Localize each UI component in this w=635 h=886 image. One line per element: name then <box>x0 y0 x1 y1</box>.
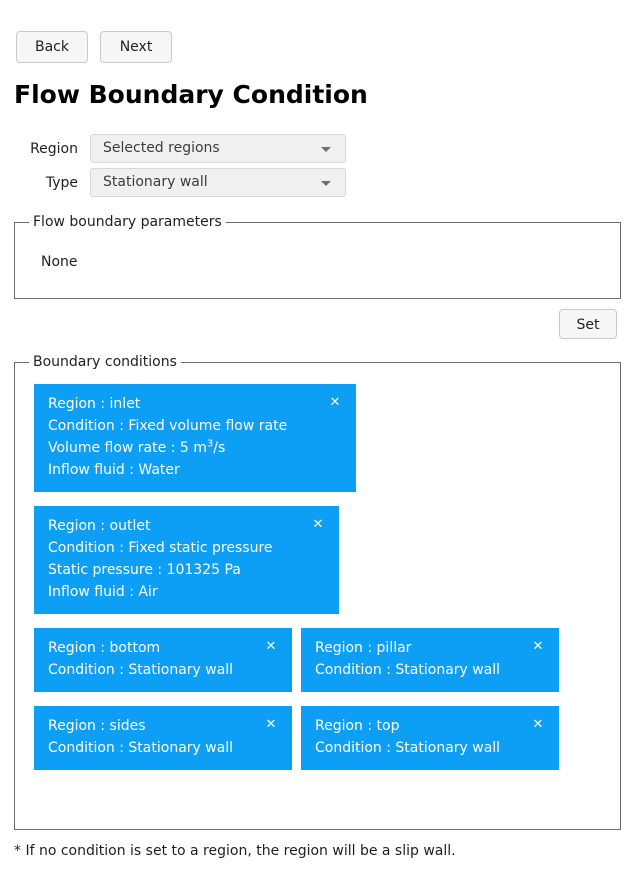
boundary-condition-card-top[interactable]: Region : top Condition : Stationary wall… <box>301 706 559 770</box>
card-region: Region : bottom <box>48 640 161 656</box>
card-detail: Static pressure : 101325 Pa <box>48 562 241 578</box>
close-icon[interactable]: ✕ <box>531 715 545 735</box>
boundary-condition-card-outlet[interactable]: Region : outlet Condition : Fixed static… <box>34 506 339 614</box>
boundary-condition-card-sides[interactable]: Region : sides Condition : Stationary wa… <box>34 706 292 770</box>
card-region: Region : top <box>315 718 400 734</box>
next-button[interactable]: Next <box>100 31 172 63</box>
card-condition: Condition : Stationary wall <box>48 662 234 678</box>
card-detail: Volume flow rate : 5 m3/s <box>48 437 342 459</box>
region-select-value: Selected regions <box>103 140 220 156</box>
set-button[interactable]: Set <box>559 309 617 339</box>
card-detail-prefix: Volume flow rate : 5 m <box>48 440 207 456</box>
type-label: Type <box>45 174 78 191</box>
flow-boundary-parameters-group: Flow boundary parameters None <box>14 214 621 299</box>
card-condition: Condition : Stationary wall <box>48 740 234 756</box>
close-icon[interactable]: ✕ <box>311 515 325 535</box>
close-icon[interactable]: ✕ <box>531 637 545 657</box>
card-detail-suffix: /s <box>213 440 226 456</box>
flow-boundary-parameters-content: None <box>41 254 78 270</box>
chevron-down-icon <box>321 181 331 186</box>
region-row: Region Selected regions <box>14 134 364 163</box>
type-select[interactable]: Stationary wall <box>90 168 346 197</box>
boundary-form: Region Selected regions Type Stationary … <box>14 134 364 202</box>
card-region: Region : pillar <box>315 640 412 656</box>
card-region: Region : outlet <box>48 518 151 534</box>
card-region: Region : sides <box>48 718 146 734</box>
card-condition: Condition : Stationary wall <box>315 662 501 678</box>
region-select[interactable]: Selected regions <box>90 134 346 163</box>
page-title: Flow Boundary Condition <box>14 80 368 109</box>
type-select-value: Stationary wall <box>103 174 208 190</box>
card-condition: Condition : Fixed static pressure <box>48 540 273 556</box>
chevron-down-icon <box>321 147 331 152</box>
type-row: Type Stationary wall <box>14 168 364 197</box>
boundary-conditions-group: Boundary conditions Region : inlet Condi… <box>14 354 621 830</box>
boundary-condition-card-list: Region : inlet Condition : Fixed volume … <box>34 384 579 784</box>
card-fluid: Inflow fluid : Water <box>48 462 180 478</box>
boundary-condition-card-pillar[interactable]: Region : pillar Condition : Stationary w… <box>301 628 559 692</box>
boundary-condition-card-bottom[interactable]: Region : bottom Condition : Stationary w… <box>34 628 292 692</box>
slip-wall-note: * If no condition is set to a region, th… <box>14 843 456 859</box>
boundary-condition-card-row: Region : sides Condition : Stationary wa… <box>34 706 579 784</box>
close-icon[interactable]: ✕ <box>328 393 342 413</box>
boundary-condition-card-inlet[interactable]: Region : inlet Condition : Fixed volume … <box>34 384 356 492</box>
flow-boundary-parameters-legend: Flow boundary parameters <box>29 214 226 230</box>
region-label: Region <box>30 140 78 157</box>
navigation-bar: Back Next <box>16 31 172 63</box>
close-icon[interactable]: ✕ <box>264 715 278 735</box>
card-condition: Condition : Stationary wall <box>315 740 501 756</box>
card-region: Region : inlet <box>48 396 141 412</box>
boundary-conditions-legend: Boundary conditions <box>29 354 181 370</box>
back-button[interactable]: Back <box>16 31 88 63</box>
close-icon[interactable]: ✕ <box>264 637 278 657</box>
card-condition: Condition : Fixed volume flow rate <box>48 418 288 434</box>
card-fluid: Inflow fluid : Air <box>48 584 158 600</box>
boundary-condition-card-row: Region : bottom Condition : Stationary w… <box>34 628 579 706</box>
